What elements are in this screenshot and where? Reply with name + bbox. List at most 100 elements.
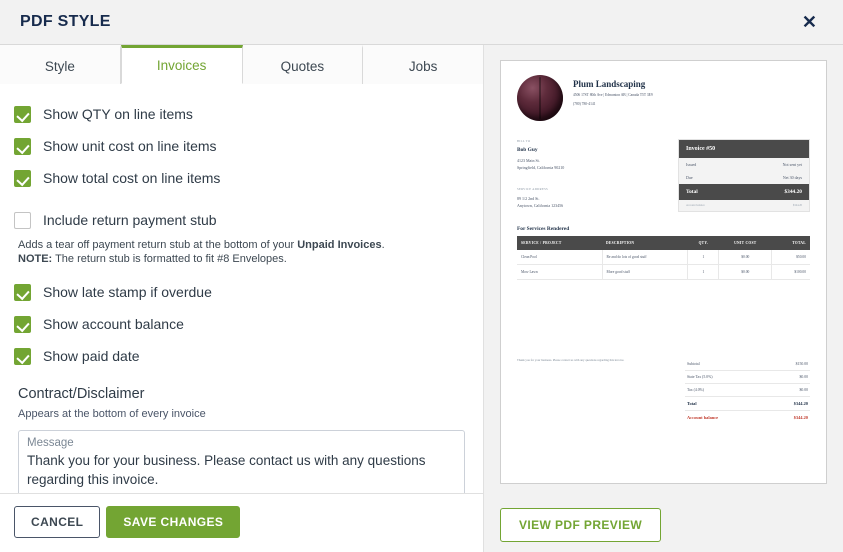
contract-section-title: Contract/Disclaimer — [18, 386, 145, 402]
pdf-style-modal: PDF STYLE ✕ Style Invoices Quotes Jobs S… — [0, 0, 843, 552]
issued-label: Issued — [686, 162, 697, 167]
line-items-table: SERVICE / PROJECT DESCRIPTION QTY. UNIT … — [517, 236, 810, 280]
cell-total: $100.00 — [771, 264, 810, 280]
checkbox-icon-show-late-stamp[interactable] — [14, 283, 31, 301]
tab-invoices[interactable]: Invoices — [120, 45, 243, 84]
company-name: Plum Landscaping — [573, 79, 646, 89]
tab-style[interactable]: Style — [0, 45, 121, 84]
column-header-unit-cost: UNIT COST — [718, 236, 772, 250]
option-include-return-stub[interactable]: Include return payment stub — [14, 204, 469, 236]
checkbox-icon-show-unit-cost[interactable] — [14, 137, 31, 155]
help-line-1-bold: Unpaid Invoices — [297, 239, 382, 251]
service-address-label: SERVICE ADDRESS — [517, 187, 549, 191]
customer-name: Bob Guy — [517, 147, 538, 153]
modal-header: PDF STYLE ✕ — [0, 0, 843, 45]
totals-row-account-balance: Account balance $344.20 — [685, 411, 810, 424]
cancel-button[interactable]: CANCEL — [14, 506, 101, 538]
company-logo-icon — [517, 75, 563, 121]
table-row: Clean Pool Re and do lots of good stuff … — [517, 250, 810, 265]
cell-total: $50.00 — [771, 250, 810, 265]
tab-quotes[interactable]: Quotes — [242, 45, 364, 84]
pdf-address-block: BILL TO Bob Guy 4123 Main St. Springfiel… — [517, 139, 677, 212]
pdf-addresses-and-summary: BILL TO Bob Guy 4123 Main St. Springfiel… — [517, 139, 810, 212]
tab-jobs[interactable]: Jobs — [363, 45, 483, 84]
option-show-unit-cost[interactable]: Show unit cost on line items — [14, 130, 469, 162]
preview-pane: Plum Landscaping 4506 17ST 80th Ave | Ed… — [484, 45, 843, 552]
option-label: Show QTY on line items — [43, 106, 193, 122]
return-stub-help-text: Adds a tear off payment return stub at t… — [18, 238, 469, 266]
option-label: Show total cost on line items — [43, 170, 221, 186]
service-address-line-1: 89 1/2 2nd St. — [517, 196, 540, 201]
services-rendered-title: For Services Rendered — [517, 226, 570, 232]
column-header-service: SERVICE / PROJECT — [517, 236, 603, 250]
balance-value: $344.20 — [792, 204, 802, 207]
totals-value: $0.00 — [799, 388, 808, 392]
cell-unit-cost: $0.00 — [718, 264, 772, 280]
help-line-1-prefix: Adds a tear off payment return stub at t… — [18, 239, 298, 251]
option-show-paid-date[interactable]: Show paid date — [14, 340, 469, 372]
settings-pane: Style Invoices Quotes Jobs Show QTY on l… — [0, 45, 484, 552]
invoice-balance-row: Account balance $344.20 — [679, 200, 809, 211]
option-show-late-stamp[interactable]: Show late stamp if overdue — [14, 276, 469, 308]
due-label: Due — [686, 175, 693, 180]
totals-value: $344.20 — [793, 401, 808, 406]
column-header-qty: QTY. — [687, 236, 719, 250]
option-label: Show late stamp if overdue — [43, 284, 212, 300]
close-icon[interactable]: ✕ — [798, 9, 821, 35]
option-show-qty[interactable]: Show QTY on line items — [14, 98, 469, 130]
checkbox-icon-show-account-balance[interactable] — [14, 315, 31, 333]
checkbox-icon-show-paid-date[interactable] — [14, 347, 31, 365]
help-note-text: The return stub is formatted to fit #8 E… — [52, 253, 287, 265]
view-pdf-preview-button[interactable]: VIEW PDF PREVIEW — [500, 508, 662, 542]
message-field-legend: Message — [27, 437, 74, 449]
table-header-row: SERVICE / PROJECT DESCRIPTION QTY. UNIT … — [517, 236, 810, 250]
totals-label: Account balance — [687, 415, 719, 420]
pdf-disclaimer-note: Thank you for your business. Please cont… — [517, 358, 625, 362]
company-info: Plum Landscaping 4506 17ST 80th Ave | Ed… — [573, 75, 653, 121]
tab-bar: Style Invoices Quotes Jobs — [0, 45, 483, 84]
option-label: Include return payment stub — [43, 212, 217, 228]
customer-address-line-2: Springfield, California 90210 — [517, 165, 565, 170]
issued-value: Not sent yet — [782, 162, 802, 167]
due-value: Net 30 days — [782, 175, 802, 180]
checkbox-icon-include-return-stub[interactable] — [14, 211, 31, 229]
checkbox-icon-show-total-cost[interactable] — [14, 169, 31, 187]
column-header-total: TOTAL — [771, 236, 810, 250]
totals-row-subtotal: Subtotal $150.00 — [685, 358, 810, 371]
contract-section-subtitle: Appears at the bottom of every invoice — [18, 408, 206, 420]
help-line-1-suffix: . — [381, 239, 385, 251]
modal-body: Style Invoices Quotes Jobs Show QTY on l… — [0, 45, 843, 552]
checkbox-icon-show-qty[interactable] — [14, 105, 31, 123]
table-row: Mow Lawn More good stuff 1 $0.00 $100.00 — [517, 264, 810, 280]
totals-row-state-tax: State Tax (5.0%) $0.00 — [685, 371, 810, 384]
customer-address-line-1: 4123 Main St. — [517, 158, 540, 163]
invoice-total-row: Total $344.20 — [679, 184, 809, 200]
option-show-total-cost[interactable]: Show total cost on line items — [14, 162, 469, 194]
totals-label: Tax (4.0%) — [687, 388, 705, 392]
company-address: 4506 17ST 80th Ave | Edmonton AB | Canad… — [573, 93, 653, 97]
totals-label: Total — [687, 401, 697, 406]
option-label: Show unit cost on line items — [43, 138, 217, 154]
cell-service: Mow Lawn — [517, 264, 603, 280]
cell-unit-cost: $0.00 — [718, 250, 772, 265]
bill-to-label: BILL TO — [517, 139, 531, 143]
save-changes-button[interactable]: SAVE CHANGES — [106, 506, 241, 538]
message-field-wrapper[interactable]: Message ◢ — [18, 430, 465, 493]
pdf-header: Plum Landscaping 4506 17ST 80th Ave | Ed… — [517, 75, 810, 121]
balance-label: Account balance — [686, 204, 705, 207]
page-title: PDF STYLE — [20, 13, 111, 30]
message-textarea[interactable] — [27, 451, 456, 493]
option-show-account-balance[interactable]: Show account balance — [14, 308, 469, 340]
invoice-issued-row: Issued Not sent yet — [679, 158, 809, 171]
total-label: Total — [686, 189, 698, 195]
totals-label: Subtotal — [687, 362, 700, 366]
option-label: Show paid date — [43, 348, 140, 364]
cell-description: More good stuff — [601, 264, 688, 280]
invoice-number: Invoice #50 — [679, 140, 809, 158]
cell-qty: 1 — [687, 250, 719, 265]
invoice-summary-box: Invoice #50 Issued Not sent yet Due Net … — [678, 139, 810, 212]
cell-qty: 1 — [687, 264, 719, 280]
